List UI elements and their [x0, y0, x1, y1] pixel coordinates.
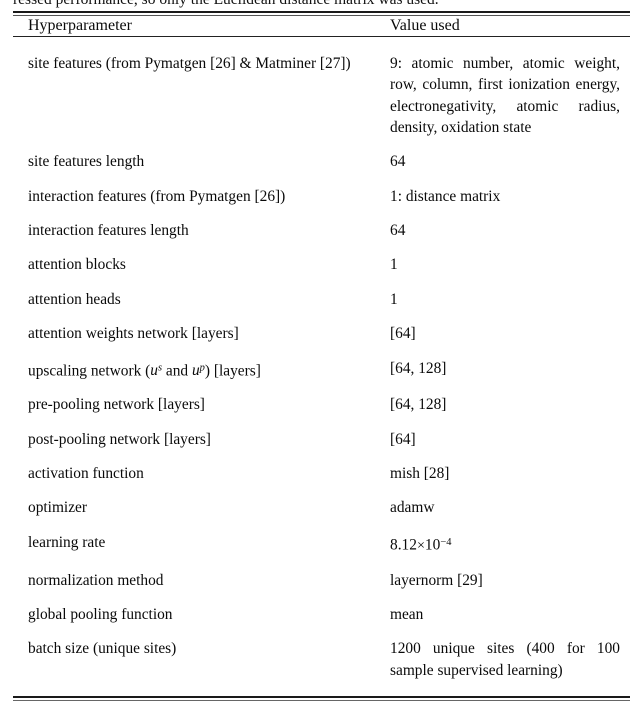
- cell-hyperparameter: attention weights network [layers]: [28, 325, 239, 343]
- math-base: u: [150, 361, 158, 379]
- cell-value: 1: [390, 290, 398, 308]
- cell-value-learning-rate: 8.12×10−4: [383, 525, 630, 563]
- cell-hyperparameter: attention heads: [28, 290, 121, 308]
- cell-hyperparameter: interaction features (from Pymatgen [26]…: [28, 187, 286, 205]
- cell-value: 64: [390, 153, 406, 171]
- cell-hyperparameter: post-pooling network [layers]: [28, 430, 211, 448]
- hyperparameter-table: Hyperparameter Value used site features …: [13, 11, 630, 701]
- table-bottom-rule: [13, 696, 630, 699]
- table-row: interaction features length 64: [13, 213, 630, 247]
- cell-value: 64: [390, 221, 406, 239]
- table-row: pre-pooling network [layers] [64, 128]: [13, 388, 630, 422]
- table-body: site features (from Pymatgen [26] & Matm…: [13, 37, 630, 697]
- cell-value: [64]: [390, 325, 416, 343]
- cell-value: 1: [390, 256, 398, 274]
- table-row: site features (from Pymatgen [26] & Matm…: [13, 47, 630, 145]
- cell-hyperparameter: upscaling network (us and up) [layers]: [13, 351, 383, 388]
- table-row: global pooling function mean: [13, 597, 630, 631]
- value-base: 10: [424, 536, 441, 554]
- cell-value: [64]: [390, 430, 416, 448]
- value-exponent: −4: [440, 536, 452, 548]
- table-row: batch size (unique sites) 1200 unique si…: [13, 632, 630, 688]
- table-row: attention weights network [layers] [64]: [13, 317, 630, 351]
- math-variable-u-s: us: [150, 362, 162, 379]
- table-row: site features length 64: [13, 145, 630, 179]
- paper-page: ressed performance, so only the Euclidea…: [0, 0, 640, 701]
- cell-value: 1: distance matrix: [390, 187, 501, 205]
- cell-hyperparameter: attention blocks: [28, 256, 126, 274]
- cell-value: mish [28]: [390, 465, 450, 483]
- cell-value: [64, 128]: [390, 359, 447, 377]
- cell-value: layernorm [29]: [390, 571, 483, 589]
- cell-hyperparameter: global pooling function: [28, 606, 173, 624]
- math-base: u: [191, 361, 200, 379]
- cell-hyperparameter: interaction features length: [28, 221, 189, 239]
- cell-hyperparameter: site features (from Pymatgen [26] & Matm…: [28, 55, 351, 73]
- table-row: interaction features (from Pymatgen [26]…: [13, 179, 630, 213]
- value-mantissa: 8.12: [390, 536, 417, 554]
- table-row: learning rate 8.12×10−4: [13, 525, 630, 563]
- table-row: normalization method layernorm [29]: [13, 563, 630, 597]
- cell-hyperparameter: activation function: [28, 465, 144, 483]
- cell-hyperparameter: learning rate: [28, 533, 106, 551]
- column-header-value: Value used: [390, 16, 460, 34]
- cell-hyperparameter: pre-pooling network [layers]: [28, 396, 205, 414]
- math-variable-u-p: up: [192, 362, 205, 379]
- column-header-hyperparameter: Hyperparameter: [28, 16, 132, 34]
- table-row: activation function mish [28]: [13, 457, 630, 491]
- cell-value: mean: [390, 606, 424, 624]
- table-row: attention blocks 1: [13, 248, 630, 282]
- table-row: upscaling network (us and up) [layers] […: [13, 351, 630, 388]
- cell-hyperparameter: site features length: [28, 153, 145, 171]
- table-row: optimizer adamw: [13, 491, 630, 525]
- table-row: attention heads 1: [13, 282, 630, 316]
- cell-value: [64, 128]: [390, 396, 447, 414]
- table: Hyperparameter Value used: [13, 16, 630, 36]
- table-header-row: Hyperparameter Value used: [13, 16, 630, 36]
- body-top-spacer: [13, 37, 630, 47]
- cell-value: 9: atomic number, atomic weight, row, co…: [390, 55, 620, 136]
- table-top-rule: [13, 11, 630, 13]
- multiplication-sign: ×: [416, 537, 425, 554]
- cell-hyperparameter: batch size (unique sites): [28, 640, 177, 658]
- body-bottom-spacer: [13, 687, 630, 696]
- table-row: post-pooling network [layers] [64]: [13, 422, 630, 456]
- cell-hyperparameter: normalization method: [28, 571, 164, 589]
- cell-value: adamw: [390, 499, 435, 517]
- text-mid: and: [162, 361, 192, 379]
- truncated-paragraph-line: ressed performance, so only the Euclidea…: [13, 0, 627, 9]
- cell-hyperparameter: optimizer: [28, 499, 87, 517]
- text-prefix: upscaling network (: [28, 361, 151, 379]
- text-suffix: ) [layers]: [204, 361, 261, 379]
- cell-value: 1200 unique sites (400 for 100 sample su…: [390, 640, 620, 679]
